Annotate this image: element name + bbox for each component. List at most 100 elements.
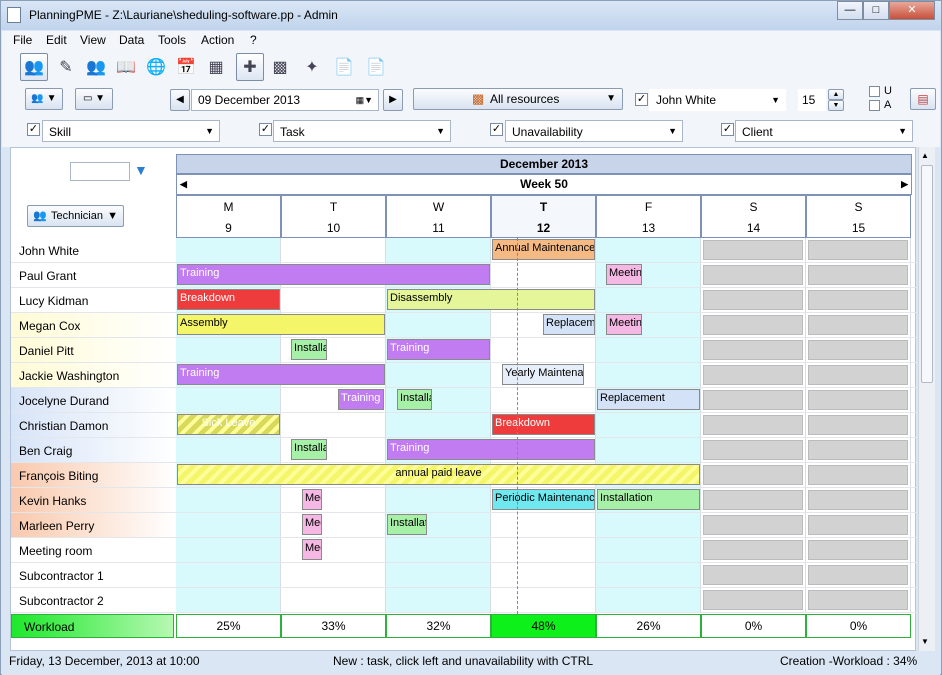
day-cell[interactable] (596, 288, 701, 312)
day-header-10[interactable]: T 10 (281, 195, 386, 238)
day-cell[interactable] (806, 388, 911, 412)
task-bar[interactable]: Assembly (177, 314, 385, 335)
day-cell[interactable] (281, 563, 386, 587)
day-cell[interactable] (596, 588, 701, 612)
day-cell[interactable] (491, 538, 596, 562)
day-cell[interactable] (806, 338, 911, 362)
globe-icon[interactable]: 🌐 (142, 53, 170, 81)
day-cell[interactable] (701, 363, 806, 387)
task-bar[interactable]: Meeting (302, 539, 322, 560)
day-cell[interactable] (806, 263, 911, 287)
day-cell[interactable] (596, 338, 701, 362)
task-dropdown[interactable]: Task ▼ (273, 120, 451, 142)
resource-label[interactable]: Kevin Hanks (11, 488, 175, 512)
maximize-button[interactable]: □ (863, 1, 889, 20)
day-cell[interactable] (491, 263, 596, 287)
unavailability-dropdown[interactable]: Unavailability ▼ (505, 120, 683, 142)
scroll-up-icon[interactable]: ▲ (921, 151, 929, 160)
colors-icon[interactable]: ▤ (910, 88, 936, 110)
search-input[interactable] (70, 162, 130, 181)
filter-icon[interactable]: ▼ (134, 162, 148, 178)
tools-icon[interactable]: ✦ (298, 53, 326, 81)
menu-data[interactable]: Data (119, 33, 144, 47)
day-cell[interactable] (806, 463, 911, 487)
day-header-12[interactable]: T 12 (491, 195, 596, 238)
columns-icon[interactable]: ▦ (202, 53, 230, 81)
task-bar[interactable]: Disassembly (387, 289, 595, 310)
close-button[interactable]: ✕ (889, 1, 935, 20)
task-bar[interactable]: Training (177, 364, 385, 385)
display-mode-dropdown[interactable]: ▭ ▼ (75, 88, 113, 110)
day-cell[interactable] (806, 488, 911, 512)
menu-file[interactable]: File (13, 33, 32, 47)
resource-label[interactable]: Daniel Pitt (11, 338, 175, 362)
resource-label[interactable]: Subcontractor 1 (11, 563, 175, 587)
task-bar[interactable]: Meeting (302, 489, 322, 510)
day-cell[interactable] (386, 363, 491, 387)
day-cell[interactable] (701, 488, 806, 512)
task-bar[interactable]: Meeting (302, 514, 322, 535)
task-bar[interactable]: Replacement (597, 389, 700, 410)
add-task-icon[interactable]: ✚ (236, 53, 264, 81)
resource-label[interactable]: Megan Cox (11, 313, 175, 337)
day-cell[interactable] (701, 238, 806, 262)
resources-icon[interactable]: 👥 (82, 53, 110, 81)
option-a-checkbox[interactable] (869, 100, 880, 111)
day-cell[interactable] (806, 288, 911, 312)
resource-label[interactable]: Meeting room (11, 538, 175, 562)
day-cell[interactable] (596, 538, 701, 562)
day-cell[interactable] (281, 488, 386, 512)
day-cell[interactable] (596, 438, 701, 462)
day-cell[interactable] (806, 413, 911, 437)
next-date-button[interactable]: ▶ (383, 89, 403, 111)
day-header-14[interactable]: S 14 (701, 195, 806, 238)
day-cell[interactable] (386, 413, 491, 437)
resource-label[interactable]: Jackie Washington (11, 363, 175, 387)
day-cell[interactable] (386, 313, 491, 337)
resource-label[interactable]: François Biting (11, 463, 175, 487)
task-bar[interactable]: Installation (291, 339, 327, 360)
previous-week-icon[interactable]: ◀ (180, 175, 187, 194)
day-cell[interactable] (701, 313, 806, 337)
skill-dropdown[interactable]: Skill ▼ (42, 120, 220, 142)
task-bar[interactable]: Installation (397, 389, 432, 410)
task-bar[interactable]: Installation (387, 514, 427, 535)
resource-type-dropdown[interactable]: 👥 ▼ (25, 88, 63, 110)
day-cell[interactable] (176, 388, 281, 412)
import-icon[interactable]: 📄 (362, 53, 390, 81)
day-cell[interactable] (701, 388, 806, 412)
task-bar[interactable]: Training (387, 339, 490, 360)
day-cell[interactable] (806, 588, 911, 612)
day-cell[interactable] (176, 513, 281, 537)
menu-tools[interactable]: Tools (158, 33, 186, 47)
zoom-field[interactable]: 15 (798, 89, 826, 111)
export-icon[interactable]: 📄 (330, 53, 358, 81)
zoom-up-button[interactable]: ▲ (828, 89, 844, 100)
skill-checkbox[interactable]: ✓ (27, 123, 40, 136)
task-bar[interactable]: Training (338, 389, 384, 410)
resource-label[interactable]: Jocelyne Durand (11, 388, 175, 412)
resource-label[interactable]: Ben Craig (11, 438, 175, 462)
task-bar[interactable]: Periodic Maintenance (492, 489, 595, 510)
day-cell[interactable] (386, 488, 491, 512)
previous-date-button[interactable]: ◀ (170, 89, 190, 111)
day-cell[interactable] (386, 563, 491, 587)
resource-type-button[interactable]: 👥 Technician ▼ (27, 205, 124, 227)
day-cell[interactable] (281, 413, 386, 437)
client-dropdown[interactable]: Client ▼ (735, 120, 913, 142)
task-bar[interactable]: Training (387, 439, 595, 460)
task-bar[interactable]: Installation (291, 439, 327, 460)
day-cell[interactable] (701, 338, 806, 362)
day-header-15[interactable]: S 15 (806, 195, 911, 238)
scroll-thumb[interactable] (921, 165, 933, 383)
day-cell[interactable] (806, 313, 911, 337)
next-week-icon[interactable]: ▶ (901, 175, 908, 194)
day-header-11[interactable]: W 11 (386, 195, 491, 238)
menu-view[interactable]: View (80, 33, 106, 47)
day-cell[interactable] (176, 438, 281, 462)
resource-label[interactable]: Marleen Perry (11, 513, 175, 537)
resource-label[interactable]: Subcontractor 2 (11, 588, 175, 612)
day-cell[interactable] (386, 238, 491, 262)
day-cell[interactable] (701, 263, 806, 287)
task-bar[interactable]: Training (177, 264, 490, 285)
